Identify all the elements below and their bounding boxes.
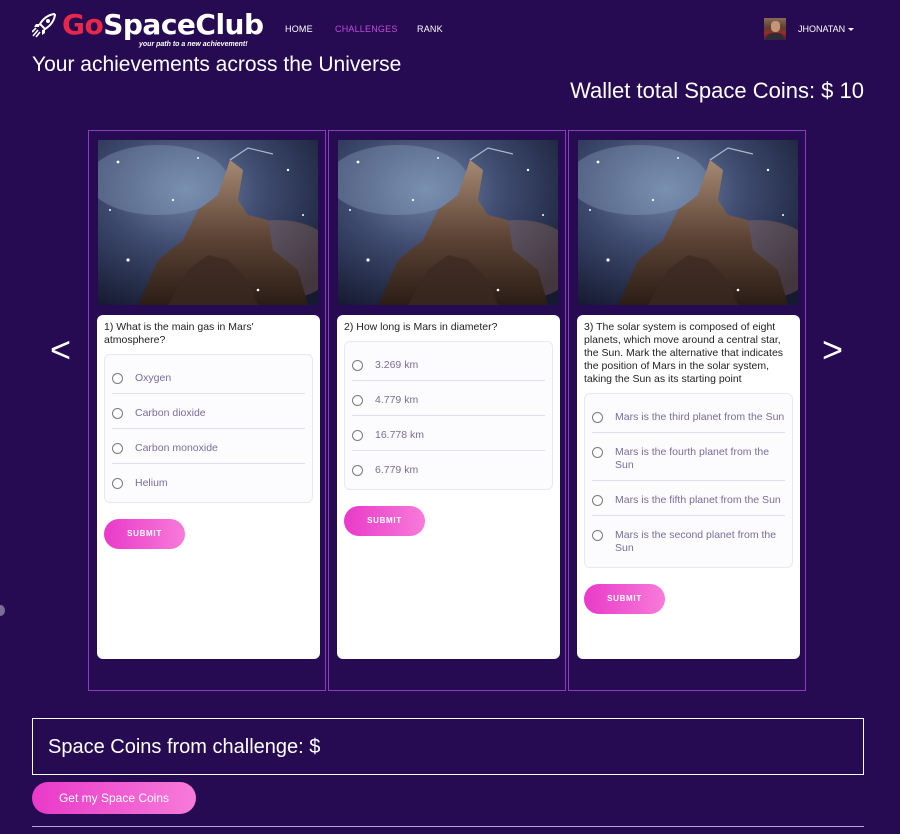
challenge-coins-label: Space Coins from challenge: $ <box>48 736 321 758</box>
option-item[interactable]: Helium <box>112 464 305 498</box>
question-text: 3) The solar system is composed of eight… <box>584 321 784 385</box>
challenge-slide: 3) The solar system is composed of eight… <box>568 130 806 691</box>
carousel-prev-button[interactable]: < <box>50 330 71 370</box>
rocket-icon <box>32 12 57 38</box>
radio-button[interactable] <box>352 430 363 441</box>
question-text: 1) What is the main gas in Mars' atmosph… <box>104 321 254 346</box>
option-item[interactable]: Mars is the second planet from the Sun <box>592 516 785 563</box>
nav-challenges[interactable]: CHALLENGES <box>335 24 398 34</box>
option-item[interactable]: Mars is the fourth planet from the Sun <box>592 433 785 481</box>
user-menu[interactable]: JHONATAN <box>764 18 855 40</box>
option-label: Helium <box>135 477 168 489</box>
challenge-slide: 2) How long is Mars in diameter? 3.269 k… <box>328 130 566 691</box>
option-label: Oxygen <box>135 372 172 384</box>
option-label: Mars is the second planet from the Sun <box>615 529 777 554</box>
wallet-total: Wallet total Space Coins: $ 10 <box>570 78 864 103</box>
radio-button[interactable] <box>112 478 123 489</box>
radio-button[interactable] <box>112 373 123 384</box>
avatar <box>764 18 786 40</box>
divider <box>32 826 864 827</box>
submit-button[interactable]: SUBMIT <box>344 506 425 536</box>
user-name: JHONATAN <box>798 24 846 34</box>
radio-button[interactable] <box>352 395 363 406</box>
question-text: 2) How long is Mars in diameter? <box>344 321 498 333</box>
nav-rank[interactable]: RANK <box>417 24 443 34</box>
option-item[interactable]: 16.778 km <box>352 416 545 451</box>
nebula-image <box>578 140 798 305</box>
brand-suffix: SpaceClub <box>103 8 264 41</box>
option-item[interactable]: 6.779 km <box>352 451 545 485</box>
radio-button[interactable] <box>592 412 603 423</box>
radio-button[interactable] <box>592 447 603 458</box>
scroll-indicator[interactable] <box>0 605 5 616</box>
options-list: Mars is the third planet from the Sun Ma… <box>584 393 793 568</box>
brand-prefix: Go <box>62 8 104 41</box>
challenge-card: 3) The solar system is composed of eight… <box>577 315 800 659</box>
option-label: Carbon monoxide <box>135 442 218 454</box>
radio-button[interactable] <box>112 443 123 454</box>
option-label: Mars is the fourth planet from the Sun <box>615 446 770 471</box>
radio-button[interactable] <box>352 465 363 476</box>
option-label: Mars is the fifth planet from the Sun <box>615 494 781 506</box>
page-title: Your achievements across the Universe <box>32 53 402 76</box>
option-label: 6.779 km <box>375 464 419 476</box>
get-coins-button[interactable]: Get my Space Coins <box>32 782 196 814</box>
challenge-card: 2) How long is Mars in diameter? 3.269 k… <box>337 315 560 659</box>
nav-home[interactable]: HOME <box>285 24 313 34</box>
brand-tagline: your path to a new achievement! <box>139 41 248 48</box>
challenge-coins-box: Space Coins from challenge: $ <box>32 718 864 775</box>
brand-logo[interactable]: GoSpaceClub your path to a new achieveme… <box>32 8 264 52</box>
submit-button[interactable]: SUBMIT <box>104 519 185 549</box>
options-list: Oxygen Carbon dioxide Carbon monoxide He… <box>104 354 313 503</box>
submit-button[interactable]: SUBMIT <box>584 584 665 614</box>
option-label: Carbon dioxide <box>135 407 206 419</box>
nebula-image <box>98 140 318 305</box>
brand-name: GoSpaceClub <box>62 8 264 42</box>
option-item[interactable]: Carbon dioxide <box>112 394 305 429</box>
options-list: 3.269 km 4.779 km 16.778 km 6.779 km <box>344 341 553 490</box>
option-item[interactable]: 4.779 km <box>352 381 545 416</box>
option-item[interactable]: Mars is the third planet from the Sun <box>592 398 785 433</box>
option-label: 16.778 km <box>375 429 425 441</box>
option-label: Mars is the third planet from the Sun <box>615 411 785 423</box>
carousel-next-button[interactable]: > <box>822 330 843 370</box>
option-item[interactable]: 3.269 km <box>352 346 545 381</box>
nebula-image <box>338 140 558 305</box>
option-label: 4.779 km <box>375 394 419 406</box>
radio-button[interactable] <box>352 360 363 371</box>
challenge-slide: 1) What is the main gas in Mars' atmosph… <box>88 130 326 691</box>
radio-button[interactable] <box>112 408 123 419</box>
radio-button[interactable] <box>592 530 603 541</box>
option-label: 3.269 km <box>375 359 419 371</box>
option-item[interactable]: Oxygen <box>112 359 305 394</box>
option-item[interactable]: Mars is the fifth planet from the Sun <box>592 481 785 516</box>
challenge-card: 1) What is the main gas in Mars' atmosph… <box>97 315 320 659</box>
radio-button[interactable] <box>592 495 603 506</box>
chevron-down-icon <box>848 27 855 31</box>
option-item[interactable]: Carbon monoxide <box>112 429 305 464</box>
